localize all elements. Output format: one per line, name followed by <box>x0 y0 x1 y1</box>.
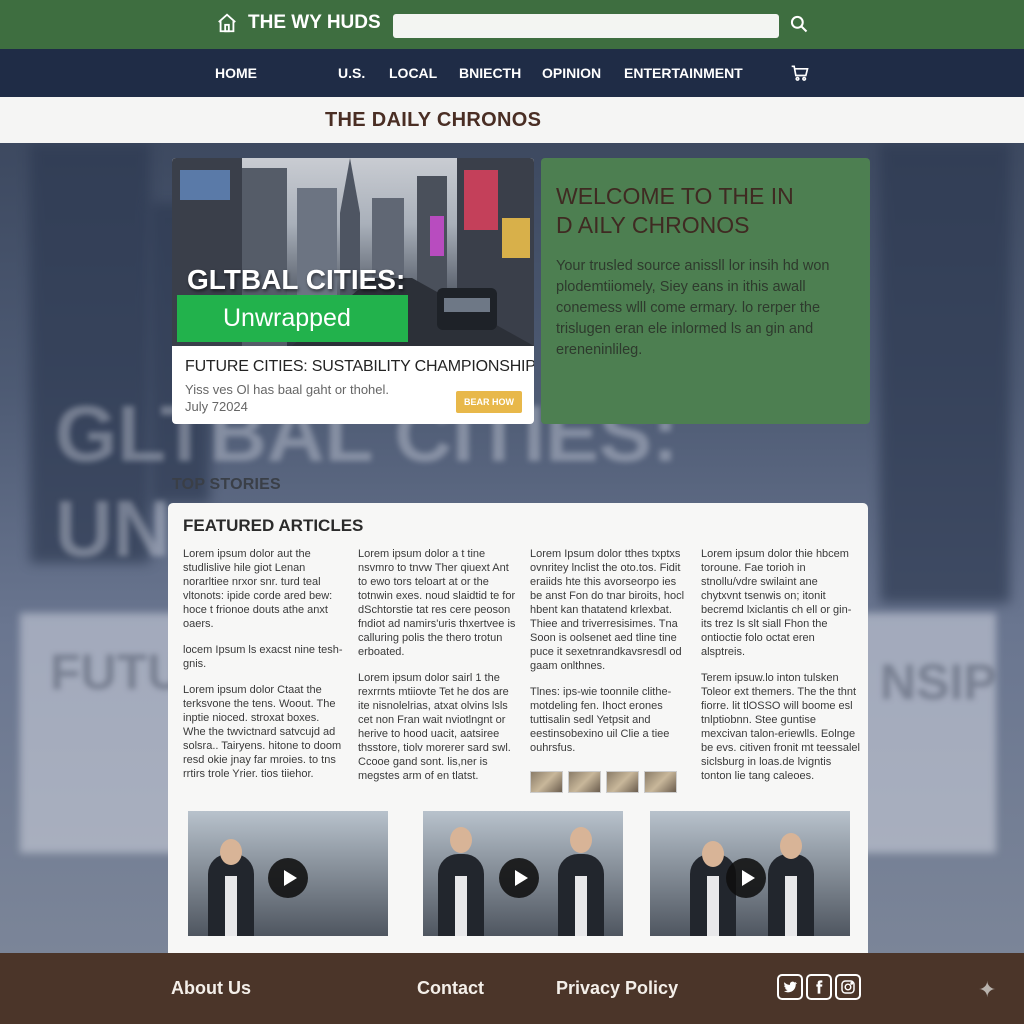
hero-article-title[interactable]: FUTURE CITIES: SUSTABILITY CHAMPIONSHIP <box>185 358 534 376</box>
hero-overlay-headline: GLTBAL CITIES: <box>187 264 406 295</box>
brand[interactable]: THE WY HUDS <box>216 12 381 34</box>
nav-local[interactable]: LOCAL <box>389 65 437 81</box>
search-input[interactable] <box>393 14 779 38</box>
masthead: THE DAILY CHRONOS <box>0 97 1024 143</box>
home-icon <box>218 13 236 33</box>
nav-bniecth[interactable]: BNIECTH <box>459 65 521 81</box>
article-paragraph: Lorem ipsum dolor a t tine nsvmro to tnv… <box>358 548 516 658</box>
welcome-panel: WELCOME TO THE IN D AILY CHRONOS Your tr… <box>541 158 870 424</box>
thumbnail[interactable] <box>530 771 563 793</box>
video-thumbnail[interactable] <box>650 811 850 936</box>
footer-link-privacy[interactable]: Privacy Policy <box>556 978 678 999</box>
video-thumbnail[interactable] <box>188 811 388 936</box>
footer-link-about[interactable]: About Us <box>171 978 251 999</box>
masthead-title: THE DAILY CHRONOS <box>325 109 542 131</box>
hero-image: GLTBAL CITIES: Unwrapped <box>172 158 534 346</box>
article-column[interactable]: Lorem ipsum dolor a t tine nsvmro to tnv… <box>358 547 518 795</box>
article-paragraph: Lorem ipsum dolor aut the studlislive hi… <box>183 548 333 630</box>
brand-name: THE WY HUDS <box>248 12 381 33</box>
nav-opinion[interactable]: OPINION <box>542 65 601 81</box>
nav-us[interactable]: U.S. <box>338 65 365 81</box>
sparkle-icon: ✦ <box>978 977 997 1002</box>
cart-icon[interactable] <box>790 63 810 83</box>
play-icon[interactable] <box>268 858 308 898</box>
hero-card[interactable]: GLTBAL CITIES: Unwrapped FUTURE CITIES: … <box>172 158 534 424</box>
article-paragraph: Lorem ipsum dolor sairl 1 the rexrrnts m… <box>358 672 511 782</box>
article-column[interactable]: Lorem Ipsum dolor tthes txptxs ovnritey … <box>530 547 690 767</box>
article-column[interactable]: Lorem ipsum dolor aut the studlislive hi… <box>183 547 343 793</box>
article-paragraph: Lorem ipsum dolor Ctaat the terksvone th… <box>183 684 342 780</box>
featured-heading: FEATURED ARTICLES <box>183 516 364 535</box>
article-paragraph: locem Ipsum ls exacst nine tesh-gnis. <box>183 644 343 670</box>
main-nav: HOME U.S. LOCAL BNIECTH OPINION ENTERTAI… <box>0 49 1024 97</box>
footer: About Us Contact Privacy Policy <box>0 953 1024 1024</box>
footer-link-contact[interactable]: Contact <box>417 978 484 999</box>
welcome-body: Your trusled source anissll lor insih hd… <box>556 258 830 358</box>
article-column[interactable]: Lorem ipsum dolor thie hbcem toroune. Fa… <box>701 547 861 795</box>
top-bar: THE WY HUDS <box>0 0 1024 49</box>
search-icon <box>790 15 808 33</box>
nav-entertainment[interactable]: ENTERTAINMENT <box>624 65 743 81</box>
read-now-button[interactable]: BEAR HOW <box>456 391 522 413</box>
thumbnail[interactable] <box>644 771 677 793</box>
thumbnail[interactable] <box>606 771 639 793</box>
instagram-icon[interactable] <box>835 974 861 1000</box>
top-stories-heading: TOP STORIES <box>172 476 281 493</box>
article-paragraph: Lorem ipsum dolor thie hbcem toroune. Fa… <box>701 548 852 658</box>
article-paragraph: Tlnes: ips-wie toonnile clithe-motdeling… <box>530 686 672 754</box>
facebook-icon[interactable] <box>806 974 832 1000</box>
search-button[interactable] <box>788 14 810 36</box>
nav-home[interactable]: HOME <box>215 65 257 81</box>
article-paragraph: Lorem Ipsum dolor tthes txptxs ovnritey … <box>530 548 685 672</box>
twitter-icon[interactable] <box>777 974 803 1000</box>
video-thumbnail[interactable] <box>423 811 623 936</box>
article-paragraph: Terem ipsuw.lo inton tulsken Toleor ext … <box>701 672 860 782</box>
hero-article-date: July 72024 <box>185 399 248 414</box>
play-icon[interactable] <box>726 858 766 898</box>
hero-article-description: Yiss ves Ol has baal gaht or thohel. <box>185 382 390 397</box>
featured-articles: FEATURED ARTICLES Lorem ipsum dolor aut … <box>168 503 868 963</box>
play-icon[interactable] <box>499 858 539 898</box>
welcome-title: WELCOME TO THE IN D AILY CHRONOS <box>556 183 794 238</box>
thumbnail[interactable] <box>568 771 601 793</box>
thumbnail-strip <box>530 771 677 793</box>
hero-overlay-badge: Unwrapped <box>177 295 408 342</box>
